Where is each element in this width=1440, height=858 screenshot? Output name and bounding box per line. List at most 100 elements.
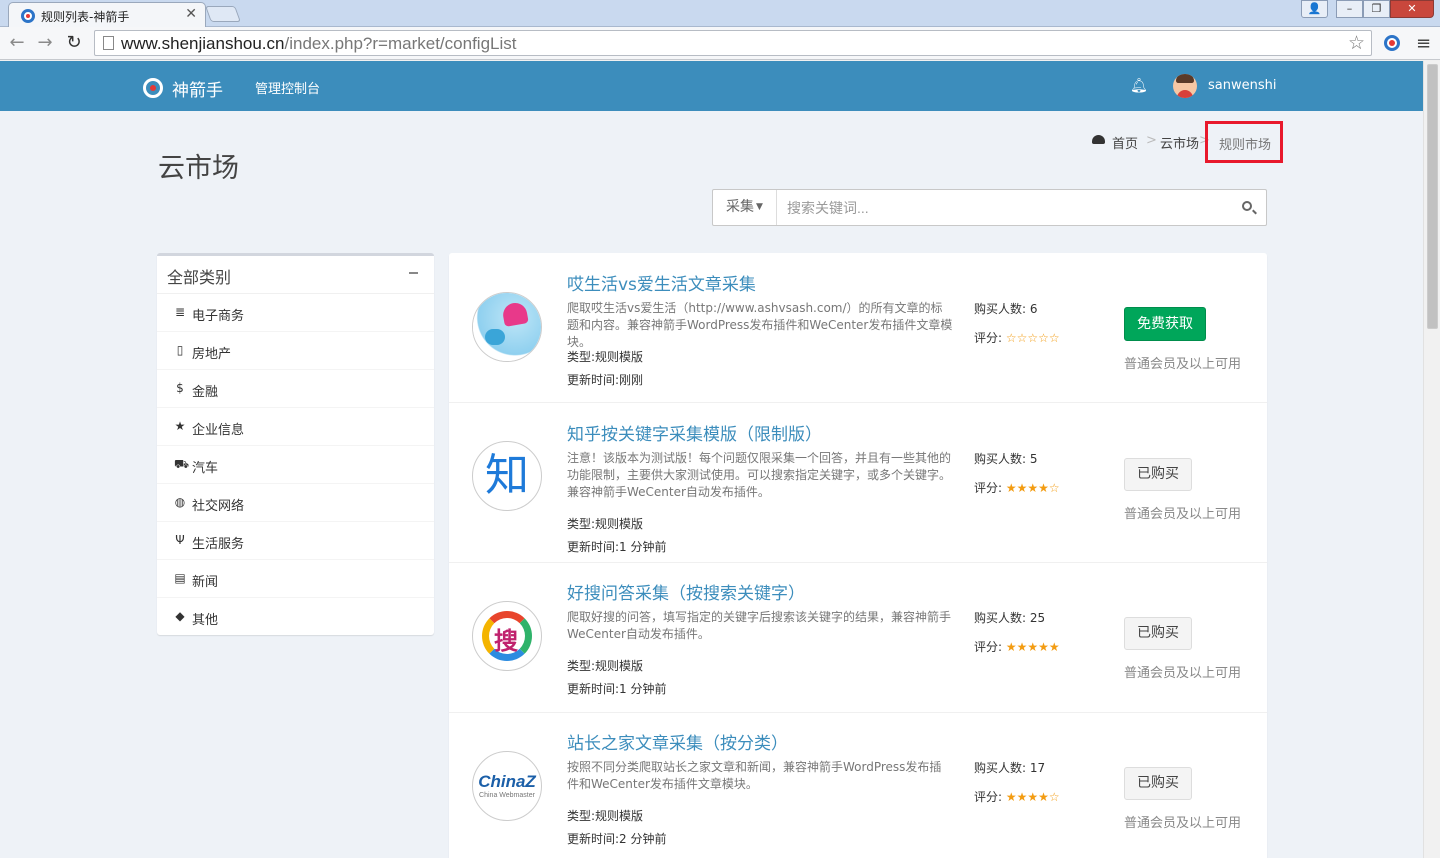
sidebar-item-lifestyle[interactable]: Ψ 生活服务 — [157, 522, 434, 560]
product-thumbnail[interactable]: 知 — [472, 441, 542, 511]
rating-label: 评分: — [974, 790, 1003, 804]
restore-icon[interactable]: ❐ — [1363, 0, 1390, 18]
type-value: 规则模版 — [595, 659, 644, 673]
sidebar-item-label: 房地产 — [192, 347, 232, 362]
product-description: 爬取哎生活vs爱生活（http://www.ashvsash.com/）的所有文… — [567, 301, 953, 349]
sidebar-item-auto[interactable]: ⛟ 汽车 — [157, 446, 434, 484]
rating-stars-icon: ★★★★☆ — [1005, 481, 1060, 495]
sidebar-item-social[interactable]: ◍ 社交网络 — [157, 484, 434, 522]
page-scrollbar[interactable] — [1423, 61, 1440, 858]
sidebar-item-other[interactable]: ◆ 其他 — [157, 598, 434, 636]
updated-value: 刚刚 — [619, 373, 644, 387]
product-title[interactable]: 知乎按关键字采集模版（限制版） — [567, 420, 822, 445]
collapse-minus-icon[interactable] — [409, 272, 418, 274]
sidebar-item-realestate[interactable]: ▯ 房地产 — [157, 332, 434, 370]
browser-tab[interactable]: 规则列表-神箭手 ✕ — [8, 2, 206, 28]
window-controls: 👤 – ❐ ✕ — [1301, 0, 1434, 18]
bookmark-star-icon[interactable]: ☆ — [1348, 32, 1365, 54]
rating-label: 评分: — [974, 331, 1003, 345]
zhihu-logo: 知 — [485, 450, 529, 501]
buyers-label: 购买人数: — [974, 761, 1027, 775]
sidebar-item-company[interactable]: ★ 企业信息 — [157, 408, 434, 446]
product-item: 哎生活vs爱生活文章采集 爬取哎生活vs爱生活（http://www.ashvs… — [449, 253, 1267, 403]
updated-value: 1 分钟前 — [619, 540, 667, 554]
breadcrumb-market[interactable]: 云市场 — [1160, 133, 1199, 152]
hamburger-menu-icon[interactable]: ≡ — [1416, 33, 1431, 54]
product-title[interactable]: 好搜问答采集（按搜索关键字） — [567, 579, 805, 604]
database-icon: ≣ — [174, 305, 186, 319]
buyers-label: 购买人数: — [974, 302, 1027, 316]
buyers-label: 购买人数: — [974, 611, 1027, 625]
building-icon: ▯ — [176, 343, 184, 357]
sidebar-item-ecommerce[interactable]: ≣ 电子商务 — [157, 294, 434, 332]
rating: 评分: ★★★★★ — [974, 638, 1060, 655]
type-value: 规则模版 — [595, 517, 644, 531]
heart-elephant-logo — [473, 293, 541, 361]
category-sidebar: 全部类别 ≣ 电子商务 ▯ 房地产 $ 金融 ★ 企业信息 ⛟ 汽车 ◍ 社交网… — [157, 253, 434, 635]
window-close-icon[interactable]: ✕ — [1390, 0, 1434, 18]
chinaz-logo-subtext: China Webmaster — [479, 792, 535, 799]
avatar[interactable] — [1173, 74, 1197, 98]
product-description: 爬取好搜的问答，填写指定的关键字后搜索该关键字的结果，兼容神箭手WeCenter… — [567, 610, 952, 641]
purchased-button[interactable]: 已购买 — [1124, 617, 1192, 650]
wechat-icon: ◍ — [174, 495, 186, 509]
product-type: 类型:规则模版 — [567, 807, 643, 824]
purchased-button[interactable]: 已购买 — [1124, 767, 1192, 800]
product-thumbnail[interactable] — [472, 292, 542, 362]
membership-note: 普通会员及以上可用 — [1124, 666, 1242, 681]
new-tab-button[interactable] — [205, 6, 241, 22]
rating: 评分: ★★★★☆ — [974, 479, 1060, 496]
product-title[interactable]: 哎生活vs爱生活文章采集 — [567, 270, 756, 295]
nav-console-link[interactable]: 管理控制台 — [255, 78, 320, 97]
membership-note: 普通会员及以上可用 — [1124, 357, 1242, 372]
sidebar-item-finance[interactable]: $ 金融 — [157, 370, 434, 408]
sidebar-header: 全部类别 — [157, 256, 434, 294]
updated-label: 更新时间: — [567, 373, 620, 387]
rating-stars-icon: ★★★★☆ — [1005, 790, 1060, 804]
back-arrow-icon[interactable]: ← — [6, 32, 28, 54]
url-text[interactable]: www.shenjianshou.cn/index.php?r=market/c… — [121, 34, 516, 54]
cutlery-icon: Ψ — [175, 533, 185, 547]
extension-icon[interactable] — [1384, 35, 1400, 51]
rating-label: 评分: — [974, 481, 1003, 495]
logo-icon[interactable] — [143, 78, 163, 98]
profile-icon[interactable]: 👤 — [1301, 0, 1328, 18]
scrollbar-thumb[interactable] — [1427, 64, 1438, 329]
product-type: 类型:规则模版 — [567, 657, 643, 674]
purchased-button[interactable]: 已购买 — [1124, 458, 1192, 491]
username[interactable]: sanwenshi — [1208, 78, 1276, 93]
search-category-dropdown[interactable]: 采集 ▼ — [713, 190, 777, 225]
page-icon — [103, 36, 114, 50]
breadcrumb-home[interactable]: 首页 — [1112, 133, 1138, 152]
product-type: 类型:规则模版 — [567, 515, 643, 532]
tags-icon: ◆ — [175, 609, 185, 623]
caret-down-icon: ▼ — [756, 202, 763, 212]
shenjianshou-favicon-icon — [21, 9, 35, 23]
bell-icon[interactable]: 🔔︎ — [1130, 78, 1148, 94]
search-input[interactable] — [778, 190, 1228, 225]
rating: 评分: ★★★★☆ — [974, 788, 1060, 805]
type-label: 类型: — [567, 809, 596, 823]
sidebar-item-news[interactable]: ▤ 新闻 — [157, 560, 434, 598]
product-thumbnail[interactable]: ChinaZ China Webmaster — [472, 751, 542, 821]
search-icon[interactable] — [1242, 201, 1252, 211]
product-list: 哎生活vs爱生活文章采集 爬取哎生活vs爱生活（http://www.ashvs… — [449, 253, 1267, 858]
updated-label: 更新时间: — [567, 682, 620, 696]
sidebar-item-label: 新闻 — [192, 575, 219, 590]
address-bar[interactable]: www.shenjianshou.cn/index.php?r=market/c… — [94, 30, 1372, 56]
forward-arrow-icon[interactable]: → — [34, 32, 56, 54]
updated-value: 1 分钟前 — [619, 682, 667, 696]
logo-text[interactable]: 神箭手 — [172, 76, 223, 101]
product-title[interactable]: 站长之家文章采集（按分类） — [567, 729, 788, 754]
free-get-button[interactable]: 免费获取 — [1124, 307, 1206, 341]
product-thumbnail[interactable]: 搜 — [472, 601, 542, 671]
minimize-icon[interactable]: – — [1336, 0, 1363, 18]
search-box: 采集 ▼ — [712, 189, 1267, 226]
sidebar-item-label: 电子商务 — [192, 309, 245, 324]
type-label: 类型: — [567, 517, 596, 531]
product-updated: 更新时间:2 分钟前 — [567, 830, 667, 847]
reload-icon[interactable]: ↻ — [63, 32, 85, 54]
newspaper-icon: ▤ — [174, 571, 186, 585]
sidebar-title: 全部类别 — [167, 268, 232, 287]
tab-close-icon[interactable]: ✕ — [185, 6, 197, 22]
